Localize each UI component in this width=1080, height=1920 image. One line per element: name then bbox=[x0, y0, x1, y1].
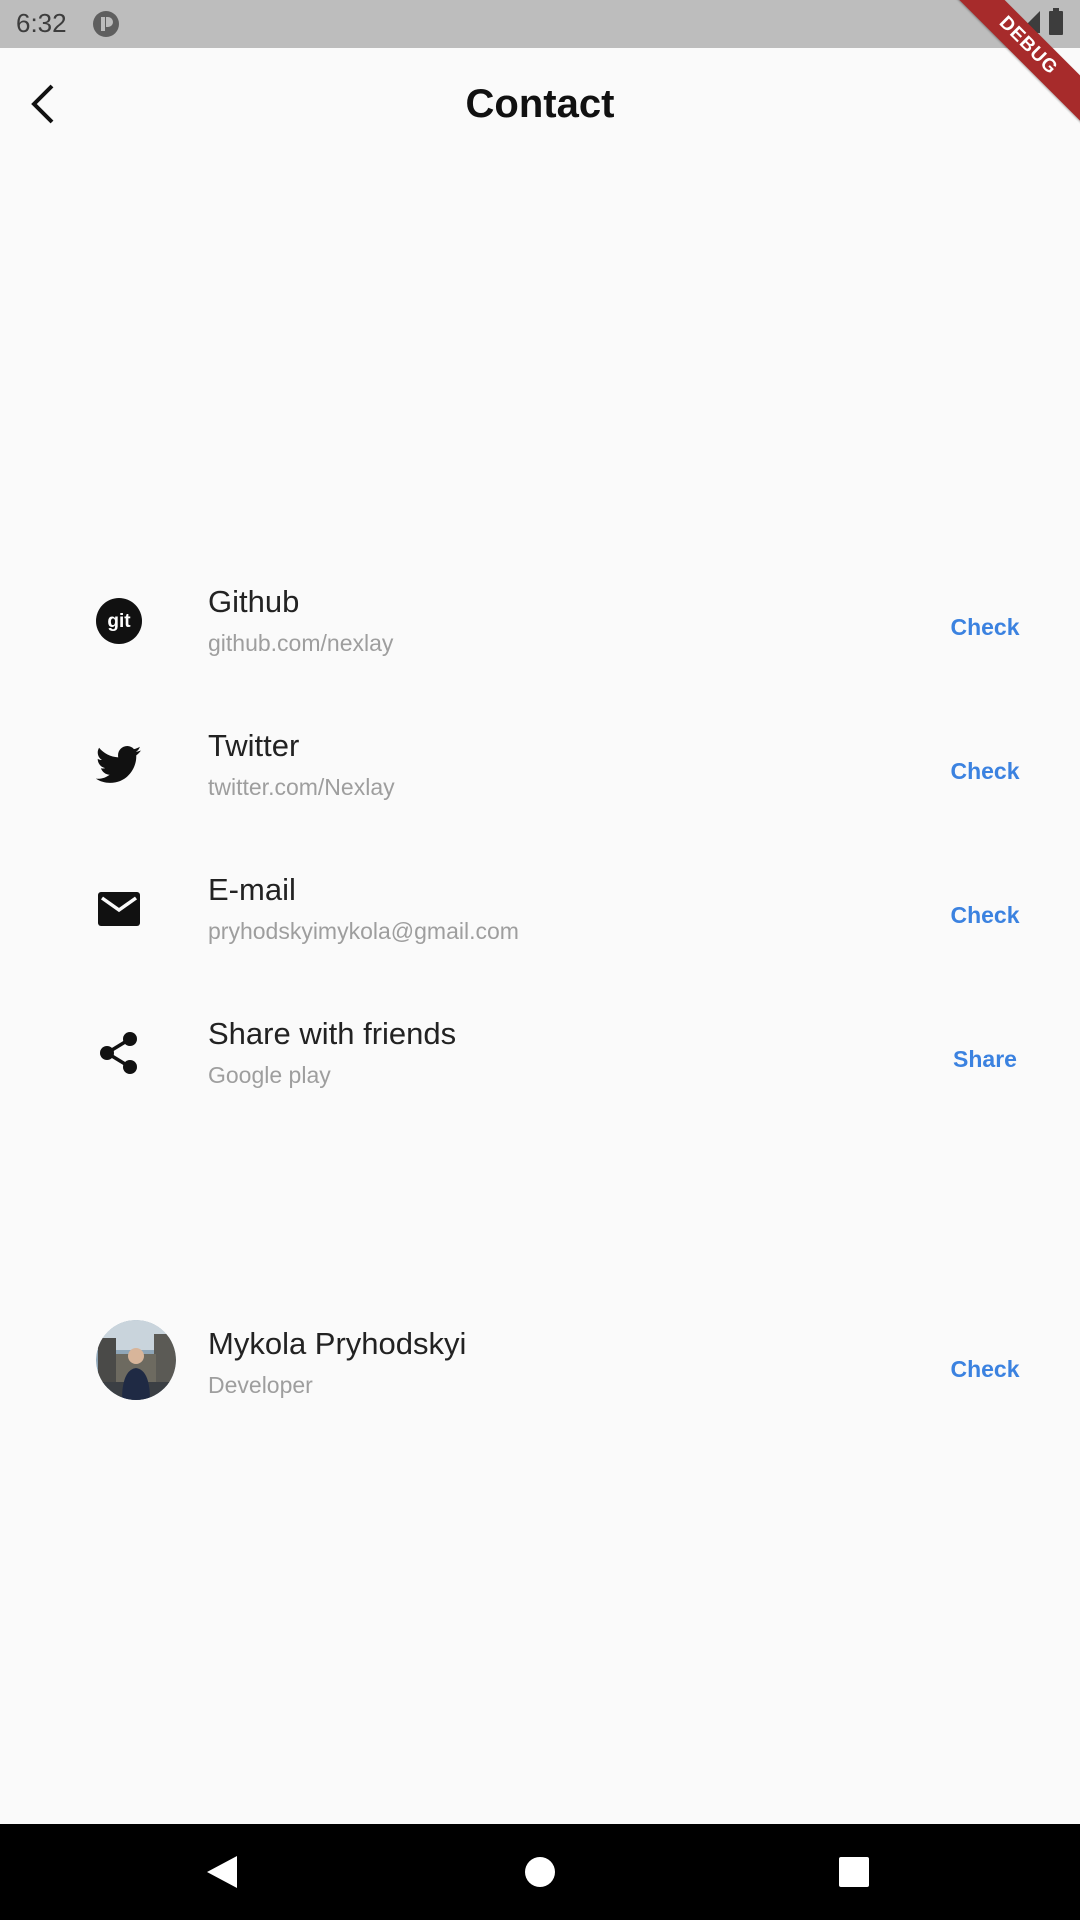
nav-home-button[interactable] bbox=[516, 1848, 564, 1896]
page-title: Contact bbox=[465, 82, 615, 126]
app-bar: Contact bbox=[0, 48, 1080, 160]
status-time: 6:32 bbox=[16, 8, 67, 38]
avatar bbox=[96, 1320, 176, 1400]
developer-row[interactable]: Mykola Pryhodskyi Developer Check bbox=[0, 1320, 1080, 1440]
svg-text:git: git bbox=[107, 611, 131, 632]
contact-title: E-mail bbox=[208, 872, 296, 907]
contact-title: Twitter bbox=[208, 728, 300, 763]
nav-recents-icon bbox=[839, 1857, 869, 1887]
nav-home-icon bbox=[525, 1857, 555, 1887]
contact-row-twitter[interactable]: Twitter twitter.com/Nexlay Check bbox=[0, 722, 1080, 842]
contact-row-github[interactable]: git Github github.com/nexlay Check bbox=[0, 578, 1080, 698]
navigation-bar bbox=[0, 1824, 1080, 1920]
nav-back-button[interactable] bbox=[198, 1848, 246, 1896]
check-button[interactable]: Check bbox=[930, 896, 1040, 935]
contact-title: Github bbox=[208, 584, 300, 619]
app-notification-icon bbox=[92, 10, 120, 38]
nav-recents-button[interactable] bbox=[830, 1848, 878, 1896]
nav-back-icon bbox=[207, 1856, 237, 1888]
check-button[interactable]: Check bbox=[930, 752, 1040, 791]
status-bar: 6:32 bbox=[0, 0, 1080, 48]
github-icon: git bbox=[96, 598, 142, 644]
contact-subtitle: pryhodskyimykola@gmail.com bbox=[208, 918, 519, 944]
debug-banner: DEBUG bbox=[950, 0, 1080, 130]
contact-subtitle: github.com/nexlay bbox=[208, 630, 394, 656]
developer-role: Developer bbox=[208, 1372, 313, 1398]
mail-icon bbox=[96, 886, 142, 932]
contact-row-email[interactable]: E-mail pryhodskyimykola@gmail.com Check bbox=[0, 866, 1080, 986]
developer-name: Mykola Pryhodskyi bbox=[208, 1326, 467, 1361]
check-button[interactable]: Check bbox=[930, 608, 1040, 647]
debug-ribbon-label: DEBUG bbox=[950, 0, 1080, 129]
contact-subtitle: Google play bbox=[208, 1062, 331, 1088]
contact-row-share[interactable]: Share with friends Google play Share bbox=[0, 1010, 1080, 1130]
check-button[interactable]: Check bbox=[930, 1350, 1040, 1389]
share-icon bbox=[96, 1030, 142, 1076]
contact-subtitle: twitter.com/Nexlay bbox=[208, 774, 395, 800]
twitter-icon bbox=[96, 742, 142, 788]
share-button[interactable]: Share bbox=[930, 1040, 1040, 1079]
contact-title: Share with friends bbox=[208, 1016, 457, 1051]
